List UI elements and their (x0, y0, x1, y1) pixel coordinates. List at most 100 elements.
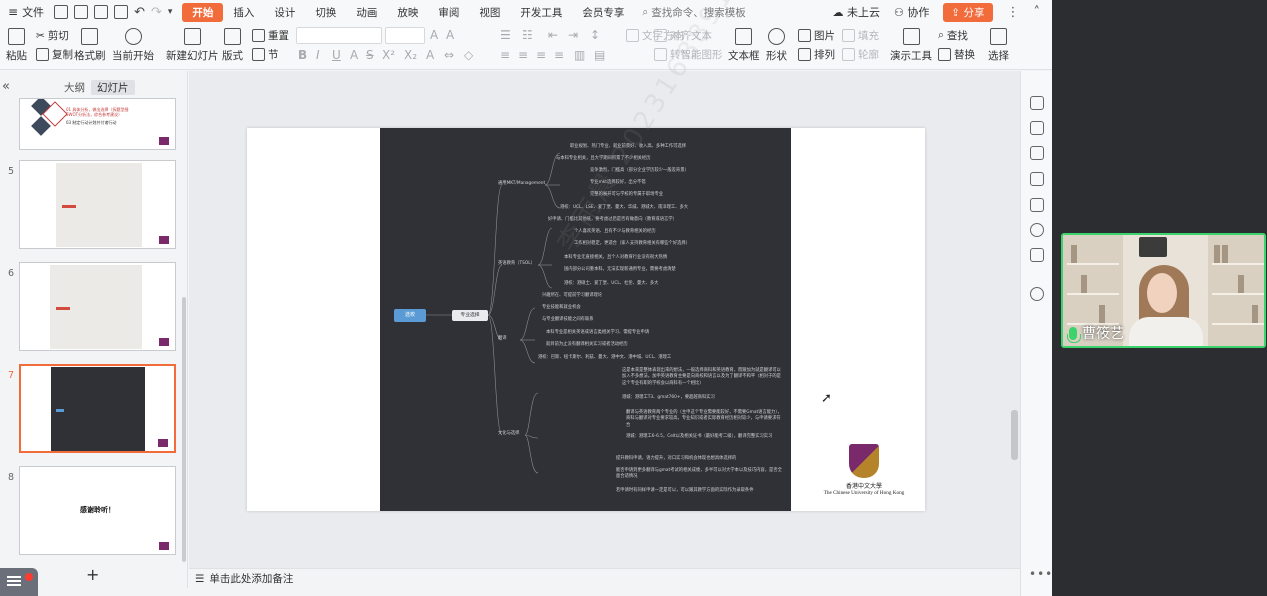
share-button[interactable]: ⇪ 分享 (943, 2, 993, 22)
participant-face (1147, 273, 1177, 313)
find-button[interactable]: ⌕ 查找 (938, 28, 968, 43)
numbered-list-icon[interactable]: ☷ (522, 28, 533, 42)
more-icon[interactable]: ••• (1029, 567, 1053, 581)
layout-button[interactable]: 版式 (222, 28, 243, 63)
tab-member[interactable]: 会员专享 (572, 3, 634, 22)
redo-icon[interactable]: ↷ (151, 5, 162, 20)
save-icon[interactable] (54, 5, 69, 19)
ribbon-toolbar: 粘贴 ✂ 剪切 复制 格式刷 当前开始 新建幻灯片 版式 重置 节 A A B I… (0, 24, 1052, 70)
arrange-button[interactable]: 排列 (798, 47, 835, 62)
indent-decrease-icon[interactable]: ⇤ (548, 28, 558, 42)
add-slide-icon[interactable]: + (86, 565, 99, 584)
pin-icon[interactable] (1030, 146, 1044, 160)
line-spacing-icon[interactable]: ↕ (590, 28, 600, 42)
fill-button[interactable]: 填充 (842, 28, 879, 43)
tab-outline[interactable]: 大纲 (64, 80, 85, 95)
tab-view[interactable]: 视图 (469, 3, 510, 22)
font-size-select[interactable] (385, 27, 425, 44)
slide-thumbnail-6[interactable] (19, 262, 176, 351)
indent-increase-icon[interactable]: ⇥ (568, 28, 578, 42)
align-left-icon[interactable]: ≡ (500, 48, 510, 62)
current-slide[interactable]: 选校 专业选择 通用MKT/Management 英语教育（TSOL） 翻译 文… (247, 0, 925, 511)
textbox-button[interactable]: 文本框 (728, 28, 760, 63)
animation-pane-icon[interactable] (1030, 96, 1044, 110)
meeting-menu-button[interactable] (0, 568, 38, 596)
section-button[interactable]: 节 (252, 47, 279, 62)
quick-access-dropdown-icon[interactable]: ▾ (168, 7, 173, 17)
shape-button[interactable]: 形状 (766, 28, 787, 63)
undo-icon[interactable]: ↶ (134, 5, 145, 20)
present-tools-button[interactable]: 演示工具 (890, 28, 932, 63)
file-menu[interactable]: ≡ 文件 (4, 4, 48, 20)
tab-review[interactable]: 审阅 (428, 3, 469, 22)
export-icon[interactable] (74, 5, 89, 19)
help-icon[interactable] (1030, 287, 1044, 301)
notes-pane[interactable]: ☰ 单击此处添加备注 (189, 568, 1020, 588)
align-right-icon[interactable]: ≡ (536, 48, 546, 62)
tab-slideshow[interactable]: 放映 (387, 3, 428, 22)
tab-design[interactable]: 设计 (264, 3, 305, 22)
tab-insert[interactable]: 插入 (223, 3, 264, 22)
paste-icon (8, 28, 25, 45)
underline-icon[interactable]: U (332, 48, 341, 62)
more-options-icon[interactable]: ⋮ (1007, 5, 1020, 20)
bullet-list-icon[interactable]: ☰ (500, 28, 511, 42)
present-tools-icon (902, 28, 920, 45)
mindmap-leaf: 专业技能和就业机会 (542, 305, 581, 310)
property-settings-icon[interactable] (1030, 121, 1044, 135)
print-icon[interactable] (94, 5, 109, 19)
slide-thumbnail-4[interactable]: 01 具体分析，做出选择（拆题型细 SWOT分析法，综合参考建议） 03 制定行… (19, 98, 176, 150)
format-painter-button[interactable]: 格式刷 (74, 28, 106, 63)
char-spacing-icon[interactable]: ⇔ (444, 48, 454, 62)
participant-video[interactable]: 曹筱艺 (1061, 233, 1266, 348)
collapse-panel-icon[interactable]: « (2, 79, 10, 94)
highlight-icon[interactable]: ◇ (464, 48, 473, 62)
collapse-ribbon-icon[interactable]: ˄ (1034, 5, 1041, 20)
decrease-font-icon[interactable]: A (446, 28, 454, 42)
superscript-icon[interactable]: X² (382, 48, 395, 62)
print-preview-icon[interactable] (114, 5, 129, 19)
textbox-icon (735, 28, 753, 45)
mindmap-leaf: 本科专业是相关英语或语言类相关学习、需提专业申请 (546, 330, 650, 335)
copy-button[interactable]: 复制 (36, 47, 73, 62)
location-icon[interactable] (1030, 223, 1044, 237)
font-family-select[interactable] (296, 27, 382, 44)
slide-thumbnail-8[interactable]: 感谢聆听！ (19, 466, 176, 555)
play-from-current-button[interactable]: 当前开始 (112, 28, 154, 63)
justify-icon[interactable]: ≡ (554, 48, 564, 62)
tab-animation[interactable]: 动画 (346, 3, 387, 22)
align-center-icon[interactable]: ≡ (518, 48, 528, 62)
paste-button[interactable]: 粘贴 (6, 28, 27, 63)
picture-button[interactable]: 图片 (798, 28, 835, 43)
shadow-text-icon[interactable]: A (350, 48, 358, 62)
tab-slides[interactable]: 幻灯片 (91, 80, 135, 95)
tab-transition[interactable]: 切换 (305, 3, 346, 22)
subscript-icon[interactable]: X₂ (404, 48, 417, 62)
tab-developer[interactable]: 开发工具 (510, 3, 572, 22)
strikethrough-icon[interactable]: S (366, 48, 374, 62)
slide-library-icon[interactable] (1030, 172, 1044, 186)
backup-icon[interactable] (1030, 198, 1044, 212)
bold-icon[interactable]: B (298, 48, 307, 62)
increase-font-icon[interactable]: A (430, 28, 438, 42)
distribute-icon[interactable]: ▥ (574, 48, 585, 62)
new-slide-button[interactable]: 新建幻灯片 (166, 28, 219, 63)
replace-label: 替换 (954, 49, 975, 61)
cloud-status[interactable]: ☁ 未上云 (833, 4, 881, 20)
replace-button[interactable]: 替换 (938, 47, 975, 62)
cut-button[interactable]: ✂ 剪切 (36, 28, 69, 43)
italic-icon[interactable]: I (316, 48, 320, 62)
book-icon[interactable] (1030, 248, 1044, 262)
columns-icon[interactable]: ▤ (594, 48, 605, 62)
outline-button[interactable]: 轮廓 (842, 47, 879, 62)
canvas-vertical-scrollbar[interactable] (1011, 410, 1018, 460)
collab-button[interactable]: ⚇ 协作 (894, 4, 929, 20)
select-button[interactable]: 选择 (988, 28, 1009, 63)
tab-home[interactable]: 开始 (182, 2, 224, 22)
reset-button[interactable]: 重置 (252, 28, 289, 43)
slide-thumbnail-5[interactable] (19, 160, 176, 249)
slide-thumbnail-7[interactable] (19, 364, 176, 453)
cuhk-english-name: The Chinese University of Hong Kong (823, 490, 905, 496)
thumbnail-scrollbar[interactable] (182, 297, 186, 562)
font-color-icon[interactable]: A (426, 48, 434, 62)
